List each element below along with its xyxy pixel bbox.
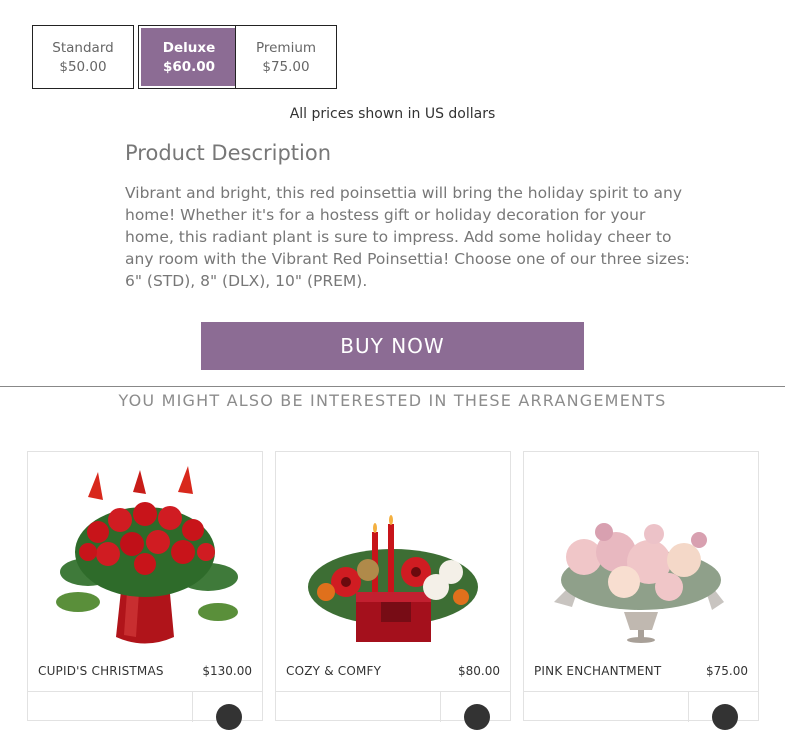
size-option-price: $50.00	[59, 59, 107, 75]
size-option-name: Deluxe	[162, 40, 216, 56]
related-arrangements-heading: YOU MIGHT ALSO BE INTERESTED IN THESE AR…	[118, 391, 667, 410]
size-options: Standard $50.00 Deluxe $60.00 Premium $7…	[32, 25, 337, 89]
product-description-text: Vibrant and bright, this red poinsettia …	[125, 184, 690, 290]
buy-now-button[interactable]: BUY NOW	[201, 322, 584, 370]
size-option-price: $75.00	[262, 59, 310, 75]
size-option-deluxe[interactable]: Deluxe $60.00	[138, 25, 240, 89]
size-option-name: Premium	[255, 40, 317, 56]
product-card-cozy-comfy[interactable]: COZY & COMFY $80.00	[275, 451, 511, 730]
product-image[interactable]	[524, 452, 758, 657]
size-option-premium[interactable]: Premium $75.00	[235, 25, 337, 89]
product-image[interactable]	[28, 452, 262, 657]
product-price: $80.00	[458, 664, 500, 678]
product-image[interactable]	[276, 452, 510, 657]
currency-note: All prices shown in US dollars	[289, 106, 496, 122]
card-footer	[524, 691, 758, 730]
product-description-heading: Product Description	[125, 141, 332, 165]
section-divider	[0, 386, 785, 387]
footer-divider	[688, 692, 689, 722]
product-name: CUPID'S CHRISTMAS	[38, 664, 164, 678]
product-name: COZY & COMFY	[286, 664, 382, 678]
product-card-cupids-christmas[interactable]: CUPID'S CHRISTMAS $130.00	[27, 451, 263, 730]
product-price: $130.00	[202, 664, 252, 678]
product-price: $75.00	[706, 664, 748, 678]
card-footer	[28, 691, 262, 730]
card-footer	[276, 691, 510, 730]
size-option-name: Standard	[52, 40, 114, 56]
size-option-price: $60.00	[162, 59, 216, 75]
size-option-standard[interactable]: Standard $50.00	[32, 25, 134, 89]
footer-divider	[440, 692, 441, 722]
product-name: PINK ENCHANTMENT	[534, 664, 662, 678]
product-card-pink-enchantment[interactable]: PINK ENCHANTMENT $75.00	[523, 451, 759, 730]
footer-divider	[192, 692, 193, 722]
